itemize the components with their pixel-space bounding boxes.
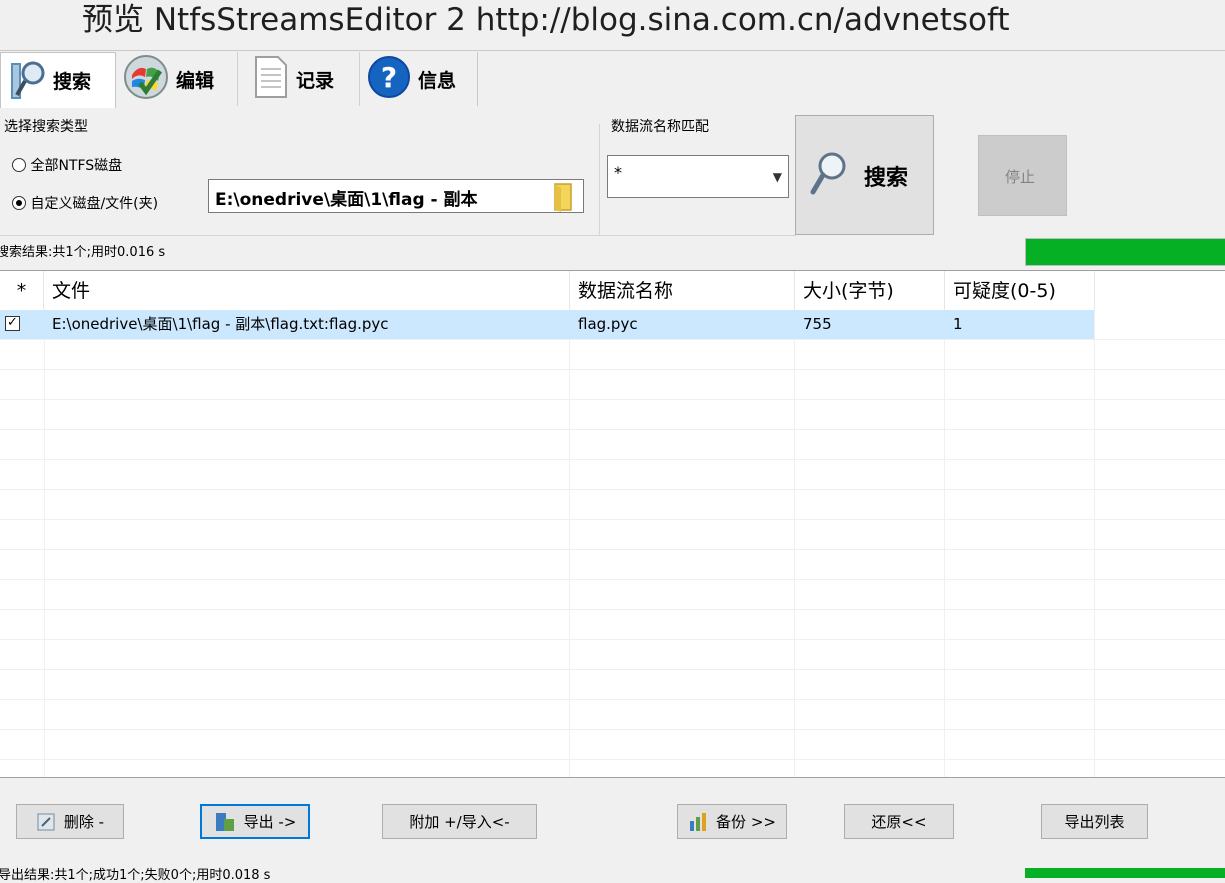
folder-icon[interactable] (551, 182, 573, 212)
delete-button-label: 删除 - (63, 813, 105, 831)
tab-search-label: 搜索 (53, 71, 92, 93)
backup-button[interactable]: 备份 >> (677, 804, 787, 839)
col-header-file[interactable]: 文件 (44, 271, 570, 309)
grid-line (0, 489, 1225, 490)
chevron-down-icon[interactable]: ▼ (773, 170, 782, 184)
stream-pattern-value: * (614, 163, 622, 182)
grid-line (0, 369, 1225, 370)
option-custom-path[interactable]: 自定义磁盘/文件(夹) (12, 193, 158, 213)
grid-line (44, 309, 45, 777)
grid-line (944, 309, 945, 777)
tab-info-label: 信息 (418, 69, 457, 92)
tab-edit-label: 编辑 (176, 69, 215, 92)
grid-line (0, 339, 1225, 340)
help-question-icon: ? (366, 53, 412, 105)
search-status: 搜索结果:共1个;用时0.016 s (0, 245, 166, 260)
tab-log[interactable]: 记录 (238, 52, 360, 106)
backup-icon (690, 812, 707, 831)
grid-line (0, 639, 1225, 640)
path-input-value: E:\onedrive\桌面\1\flag - 副本 (215, 190, 478, 210)
export-icon (215, 812, 234, 831)
grid-line (0, 669, 1225, 670)
document-icon (252, 53, 290, 105)
search-button-label: 搜索 (864, 166, 909, 191)
cell-suspicion: 1 (953, 315, 963, 333)
row-checkbox[interactable]: ✓ (5, 316, 20, 331)
tab-edit[interactable]: 编辑 (116, 52, 238, 106)
restore-button-label: 还原<< (871, 813, 927, 831)
export-button-label: 导出 -> (243, 813, 297, 831)
search-button[interactable]: 搜索 (795, 115, 934, 235)
path-input[interactable]: E:\onedrive\桌面\1\flag - 副本 (208, 179, 584, 213)
tab-bar: 搜索 编辑 记录 ? 信息 (0, 52, 478, 108)
table-row[interactable]: ✓ E:\onedrive\桌面\1\flag - 副本\flag.txt:fl… (0, 310, 1094, 339)
grid-line (0, 759, 1225, 760)
col-header-stream[interactable]: 数据流名称 (570, 271, 795, 309)
stop-button-label: 停止 (1005, 168, 1036, 186)
attach-import-button-label: 附加 +/导入<- (409, 813, 510, 831)
cell-stream: flag.pyc (578, 315, 638, 333)
grid-line (0, 399, 1225, 400)
grid-line (0, 729, 1225, 730)
grid-line (0, 459, 1225, 460)
grid-line (0, 519, 1225, 520)
delete-icon (37, 813, 55, 830)
backup-button-label: 备份 >> (716, 813, 776, 831)
magnifier-icon (810, 152, 846, 195)
window-title: 预览 NtfsStreamsEditor 2 http://blog.sina.… (82, 2, 1010, 38)
option-all-ntfs-label: 全部NTFS磁盘 (30, 158, 123, 174)
search-progress-fill (1026, 239, 1225, 265)
col-header-suspicion[interactable]: 可疑度(0-5) (945, 271, 1095, 309)
grid-line (0, 429, 1225, 430)
grid-line (0, 699, 1225, 700)
windows-shield-icon (122, 53, 170, 105)
radio-all-ntfs[interactable] (12, 158, 26, 172)
results-table[interactable]: * 文件 数据流名称 大小(字节) 可疑度(0-5) ✓ E:\onedrive… (0, 270, 1225, 778)
stream-pattern-combo[interactable]: * ▼ (607, 155, 789, 198)
radio-custom-path[interactable] (12, 196, 26, 210)
grid-line (1094, 309, 1095, 777)
delete-button[interactable]: 删除 - (16, 804, 124, 839)
option-all-ntfs[interactable]: 全部NTFS磁盘 (12, 155, 122, 175)
grid-line (0, 549, 1225, 550)
search-magnifier-icon (7, 55, 47, 107)
title-bar: 预览 NtfsStreamsEditor 2 http://blog.sina.… (0, 0, 1225, 48)
grid-line (0, 579, 1225, 580)
footer-progress-bar (1025, 868, 1225, 878)
svg-text:?: ? (381, 61, 397, 94)
tab-info[interactable]: ? 信息 (360, 52, 478, 106)
restore-button[interactable]: 还原<< (844, 804, 954, 839)
export-list-button[interactable]: 导出列表 (1041, 804, 1148, 839)
option-custom-path-label: 自定义磁盘/文件(夹) (30, 196, 159, 212)
stop-button[interactable]: 停止 (978, 135, 1067, 216)
cell-file: E:\onedrive\桌面\1\flag - 副本\flag.txt:flag… (52, 315, 389, 333)
grid-line (0, 609, 1225, 610)
cell-size: 755 (803, 315, 832, 333)
title-divider (0, 50, 1225, 51)
export-list-button-label: 导出列表 (1064, 813, 1125, 831)
grid-line (569, 309, 570, 777)
tab-search[interactable]: 搜索 (0, 52, 116, 108)
grid-line (794, 309, 795, 777)
tab-log-label: 记录 (296, 69, 335, 92)
col-header-check[interactable]: * (0, 271, 44, 309)
export-button[interactable]: 导出 -> (200, 804, 310, 839)
search-progress-bar (1025, 238, 1225, 266)
attach-import-button[interactable]: 附加 +/导入<- (382, 804, 537, 839)
col-header-size[interactable]: 大小(字节) (795, 271, 945, 309)
